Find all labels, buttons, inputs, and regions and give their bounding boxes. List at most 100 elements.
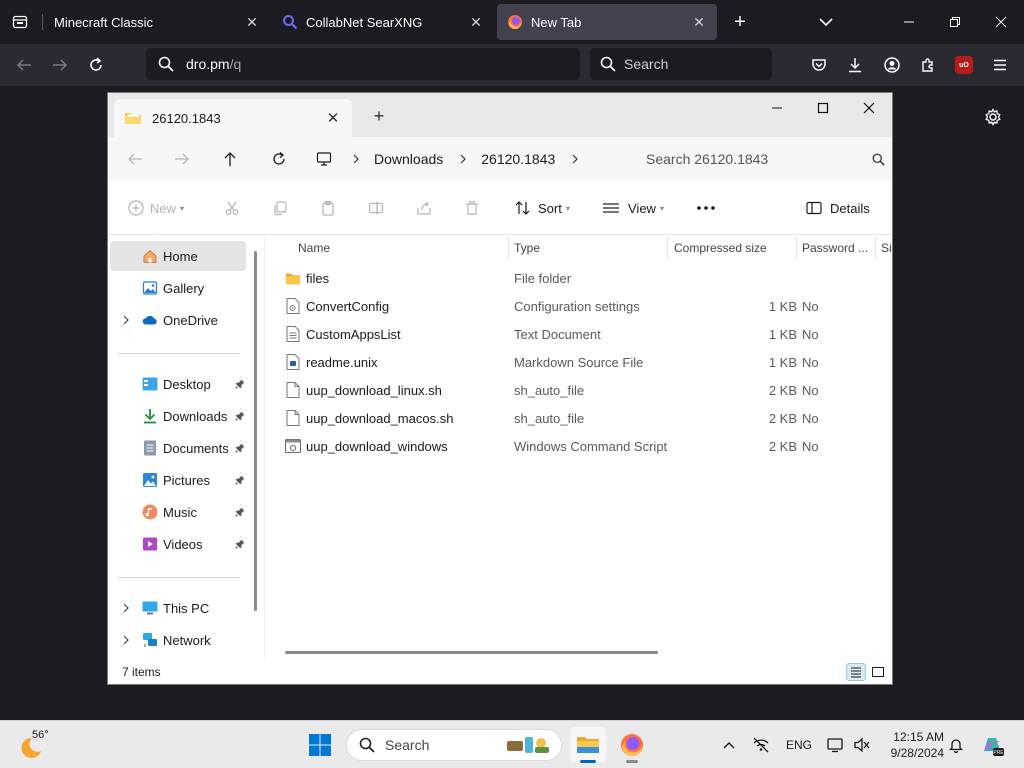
customize-new-tab-button[interactable] xyxy=(980,104,1006,130)
pin-icon[interactable] xyxy=(234,410,246,422)
sidebar-item-music[interactable]: Music xyxy=(110,497,246,527)
volume-status-button[interactable] xyxy=(852,733,872,757)
start-button[interactable] xyxy=(302,727,338,763)
sidebar-item-gallery[interactable]: Gallery xyxy=(110,273,246,303)
sidebar-item-videos[interactable]: Videos xyxy=(110,529,246,559)
network-status-button[interactable] xyxy=(750,733,772,757)
share-button[interactable] xyxy=(416,195,432,221)
explorer-tab[interactable]: 26120.1843 ✕ xyxy=(114,99,352,137)
tab-minecraft-classic[interactable]: Minecraft Classic ✕ xyxy=(44,4,270,40)
explorer-search-input[interactable] xyxy=(646,151,856,167)
pin-icon[interactable] xyxy=(234,442,246,454)
pin-icon[interactable] xyxy=(234,474,246,486)
see-more-button[interactable] xyxy=(696,195,716,221)
list-all-tabs-button[interactable] xyxy=(814,12,838,32)
extensions-button[interactable] xyxy=(915,52,941,78)
reload-button[interactable] xyxy=(83,52,109,78)
column-header-compressed-size[interactable]: Compressed size xyxy=(668,235,796,261)
forward-button[interactable] xyxy=(47,52,73,78)
delete-button[interactable] xyxy=(464,195,480,221)
details-pane-button[interactable]: Details xyxy=(806,195,870,221)
explorer-back-button[interactable] xyxy=(121,145,149,173)
breadcrumb[interactable]: Downloads 26120.1843 xyxy=(314,141,626,177)
input-language-button[interactable]: ENG xyxy=(784,733,814,757)
tab-collabnet-searxng[interactable]: CollabNet SearXNG ✕ xyxy=(272,4,494,40)
minimize-button[interactable] xyxy=(886,0,932,44)
file-row[interactable]: readme.unix Markdown Source File 1 KB No xyxy=(277,348,892,376)
sidebar-item-network[interactable]: Network xyxy=(110,625,246,655)
address-bar[interactable]: dro.pm/q xyxy=(146,48,580,80)
pin-icon[interactable] xyxy=(234,378,246,390)
display-status-button[interactable] xyxy=(826,733,846,757)
close-tab-icon[interactable]: ✕ xyxy=(691,14,707,30)
weather-widget[interactable]: 56° xyxy=(16,727,56,763)
notifications-button[interactable] xyxy=(946,733,966,757)
sidebar-scrollbar[interactable] xyxy=(254,251,257,611)
explorer-refresh-button[interactable] xyxy=(265,145,293,173)
ublock-origin-button[interactable]: uO xyxy=(951,52,977,78)
system-clock[interactable]: 12:15 AM 9/28/2024 xyxy=(884,729,944,761)
column-header-type[interactable]: Type xyxy=(508,235,668,261)
column-header-size[interactable]: Si xyxy=(875,235,892,261)
details-view-toggle[interactable] xyxy=(846,663,866,681)
explorer-minimize-button[interactable] xyxy=(754,93,800,123)
copilot-button[interactable]: PRE xyxy=(974,727,1010,763)
tab-new-tab[interactable]: New Tab ✕ xyxy=(497,4,717,40)
horizontal-scrollbar[interactable] xyxy=(285,651,658,654)
close-window-button[interactable] xyxy=(978,0,1024,44)
view-button[interactable]: View ▾ xyxy=(602,195,664,221)
taskbar-file-explorer[interactable] xyxy=(570,727,606,763)
back-button[interactable] xyxy=(11,52,37,78)
chevron-right-icon[interactable] xyxy=(120,603,132,613)
taskbar-search-box[interactable]: Search xyxy=(346,729,562,761)
file-row[interactable]: ConvertConfig Configuration settings 1 K… xyxy=(277,292,892,320)
column-header-name[interactable]: ^ Name xyxy=(292,235,507,261)
chevron-right-icon[interactable] xyxy=(567,154,583,164)
explorer-maximize-button[interactable] xyxy=(800,93,846,123)
sidebar-item-onedrive[interactable]: OneDrive xyxy=(110,305,246,335)
file-row[interactable]: uup_download_windows Windows Command Scr… xyxy=(277,432,892,460)
sidebar-item-this-pc[interactable]: This PC xyxy=(110,593,246,623)
pin-icon[interactable] xyxy=(234,506,246,518)
restore-button[interactable] xyxy=(932,0,978,44)
explorer-close-button[interactable] xyxy=(846,93,892,123)
this-pc-icon[interactable] xyxy=(314,151,334,167)
rename-button[interactable] xyxy=(368,195,384,221)
file-row[interactable]: files File folder xyxy=(277,264,892,292)
search-bar[interactable] xyxy=(590,48,772,80)
column-header-password[interactable]: Password ... xyxy=(796,235,876,261)
account-button[interactable] xyxy=(879,52,905,78)
breadcrumb-downloads[interactable]: Downloads xyxy=(368,151,449,167)
sidebar-item-desktop[interactable]: Desktop xyxy=(110,369,246,399)
file-row[interactable]: uup_download_linux.sh sh_auto_file 2 KB … xyxy=(277,376,892,404)
copy-button[interactable] xyxy=(272,195,288,221)
app-menu-button[interactable] xyxy=(987,52,1013,78)
sidebar-item-home[interactable]: Home xyxy=(110,241,246,271)
url-text[interactable]: dro.pm/q xyxy=(186,56,241,72)
sidebar-item-pictures[interactable]: Pictures xyxy=(110,465,246,495)
explorer-new-tab-button[interactable]: + xyxy=(368,105,390,127)
close-tab-icon[interactable]: ✕ xyxy=(324,109,342,127)
paste-button[interactable] xyxy=(320,195,336,221)
close-tab-icon[interactable]: ✕ xyxy=(244,14,260,30)
sidebar-item-downloads[interactable]: Downloads xyxy=(110,401,246,431)
pin-icon[interactable] xyxy=(234,538,246,550)
chevron-right-icon[interactable] xyxy=(120,315,132,325)
search-input[interactable] xyxy=(624,56,764,72)
file-row[interactable]: uup_download_macos.sh sh_auto_file 2 KB … xyxy=(277,404,892,432)
explorer-up-button[interactable] xyxy=(216,145,244,173)
show-hidden-icons-button[interactable] xyxy=(718,733,740,757)
sort-button[interactable]: Sort ▾ xyxy=(514,195,570,221)
chevron-right-icon[interactable] xyxy=(348,154,364,164)
cut-button[interactable] xyxy=(224,195,240,221)
taskbar-firefox[interactable] xyxy=(614,727,650,763)
new-tab-button[interactable]: + xyxy=(728,10,752,34)
pocket-button[interactable] xyxy=(806,52,832,78)
sidebar-item-documents[interactable]: Documents xyxy=(110,433,246,463)
file-row[interactable]: CustomAppsList Text Document 1 KB No xyxy=(277,320,892,348)
chevron-right-icon[interactable] xyxy=(455,154,471,164)
breadcrumb-current-folder[interactable]: 26120.1843 xyxy=(475,151,561,167)
chevron-right-icon[interactable] xyxy=(120,635,132,645)
new-button[interactable]: New ▾ xyxy=(128,195,184,221)
downloads-button[interactable] xyxy=(842,52,868,78)
